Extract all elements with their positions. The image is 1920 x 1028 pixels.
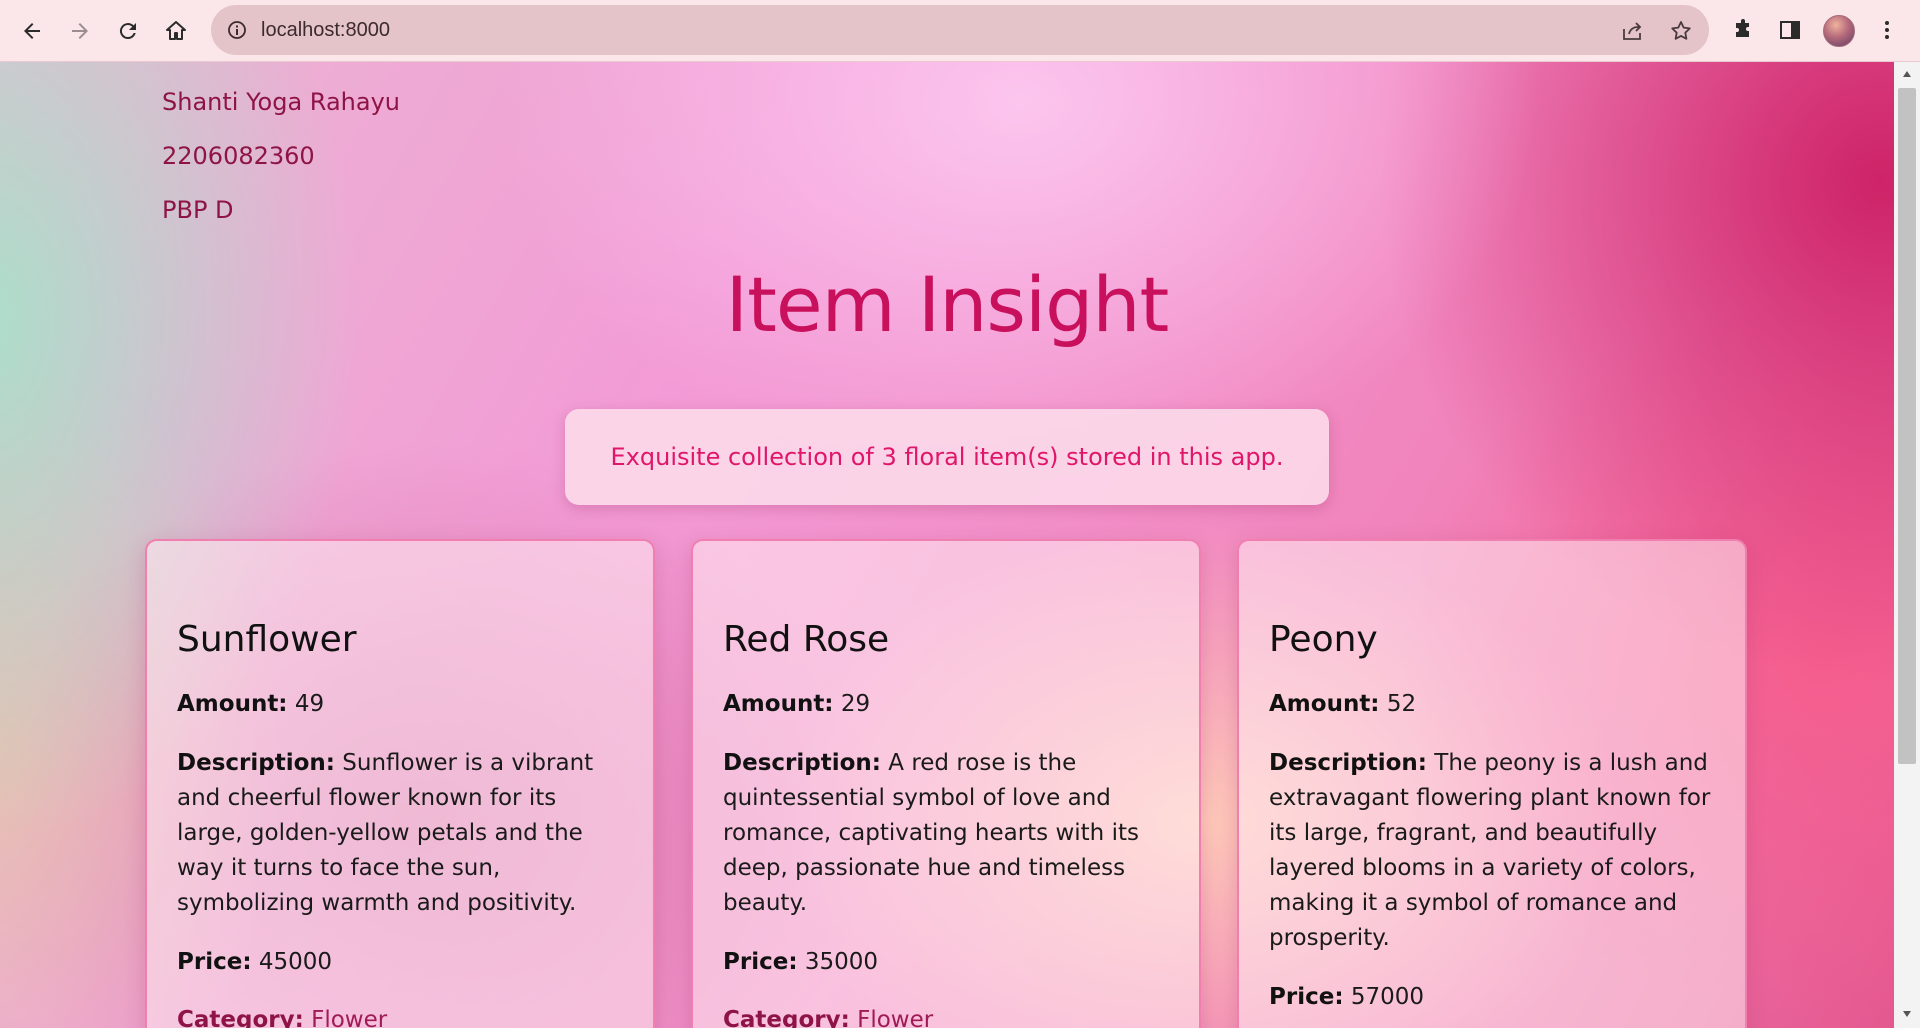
student-class: PBP D <box>162 196 234 224</box>
amount-value: 49 <box>294 691 325 717</box>
item-description: Description: Sunflower is a vibrant and … <box>177 746 627 921</box>
item-price: Price: 35000 <box>723 945 1173 980</box>
description-label: Description: <box>1269 750 1427 776</box>
kebab-menu-icon[interactable] <box>1872 15 1902 45</box>
item-card: Peony Amount: 52 Description: The peony … <box>1237 539 1747 1028</box>
amount-label: Amount: <box>177 691 288 717</box>
page-title: Item Insight <box>725 260 1170 349</box>
student-name: Shanti Yoga Rahayu <box>162 88 400 116</box>
description-value: The peony is a lush and extravagant flow… <box>1269 750 1711 951</box>
price-label: Price: <box>177 949 252 975</box>
price-value: 57000 <box>1350 984 1424 1010</box>
category-value: Flower <box>311 1007 388 1028</box>
item-description: Description: A red rose is the quintesse… <box>723 746 1173 921</box>
item-name: Peony <box>1269 619 1378 660</box>
forward-arrow-icon <box>72 23 88 39</box>
scrollbar-thumb[interactable] <box>1898 88 1916 764</box>
profile-avatar[interactable] <box>1823 15 1855 47</box>
item-description: Description: The peony is a lush and ext… <box>1269 746 1719 956</box>
item-name: Sunflower <box>177 619 357 660</box>
item-price: Price: 45000 <box>177 945 627 980</box>
amount-label: Amount: <box>723 691 834 717</box>
price-label: Price: <box>723 949 798 975</box>
url-text[interactable]: localhost:8000 <box>261 19 390 42</box>
star-icon[interactable] <box>1668 18 1694 44</box>
scroll-down-arrow-icon[interactable] <box>1902 1010 1912 1018</box>
browser-toolbar: localhost:8000 <box>0 0 1920 62</box>
item-name: Red Rose <box>723 619 890 660</box>
item-category: Category: Flower <box>723 1003 1173 1028</box>
item-count-text: Exquisite collection of 3 floral item(s)… <box>610 443 1284 471</box>
address-bar[interactable]: localhost:8000 <box>211 5 1709 55</box>
vertical-scrollbar[interactable] <box>1894 62 1920 1028</box>
back-arrow-icon <box>24 23 40 39</box>
reload-button[interactable] <box>110 13 146 49</box>
amount-value: 52 <box>1386 691 1417 717</box>
back-button[interactable] <box>14 13 50 49</box>
home-icon <box>166 21 186 40</box>
student-npm: 2206082360 <box>162 142 315 170</box>
scroll-up-arrow-icon[interactable] <box>1902 70 1912 78</box>
item-card: Red Rose Amount: 29 Description: A red r… <box>691 539 1201 1028</box>
page-viewport: Shanti Yoga Rahayu 2206082360 PBP D Item… <box>0 62 1894 1028</box>
item-amount: Amount: 52 <box>1269 687 1719 722</box>
category-label: Category: <box>723 1007 850 1028</box>
share-icon[interactable] <box>1619 18 1645 44</box>
item-amount: Amount: 29 <box>723 687 1173 722</box>
item-count-notice: Exquisite collection of 3 floral item(s)… <box>565 409 1329 505</box>
info-icon[interactable] <box>227 20 247 44</box>
description-label: Description: <box>723 750 881 776</box>
amount-label: Amount: <box>1269 691 1380 717</box>
reload-icon <box>119 23 136 40</box>
item-category: Category: Flower <box>177 1003 627 1028</box>
price-value: 45000 <box>258 949 332 975</box>
category-value: Flower <box>857 1007 934 1028</box>
item-card: Sunflower Amount: 49 Description: Sunflo… <box>145 539 655 1028</box>
price-value: 35000 <box>804 949 878 975</box>
category-label: Category: <box>177 1007 304 1028</box>
extensions-puzzle-icon[interactable] <box>1728 15 1758 45</box>
price-label: Price: <box>1269 984 1344 1010</box>
amount-value: 29 <box>840 691 871 717</box>
side-panel-icon[interactable] <box>1775 15 1805 45</box>
forward-button[interactable] <box>62 13 98 49</box>
description-label: Description: <box>177 750 335 776</box>
item-price: Price: 57000 <box>1269 980 1719 1015</box>
home-button[interactable] <box>158 13 194 49</box>
item-amount: Amount: 49 <box>177 687 627 722</box>
